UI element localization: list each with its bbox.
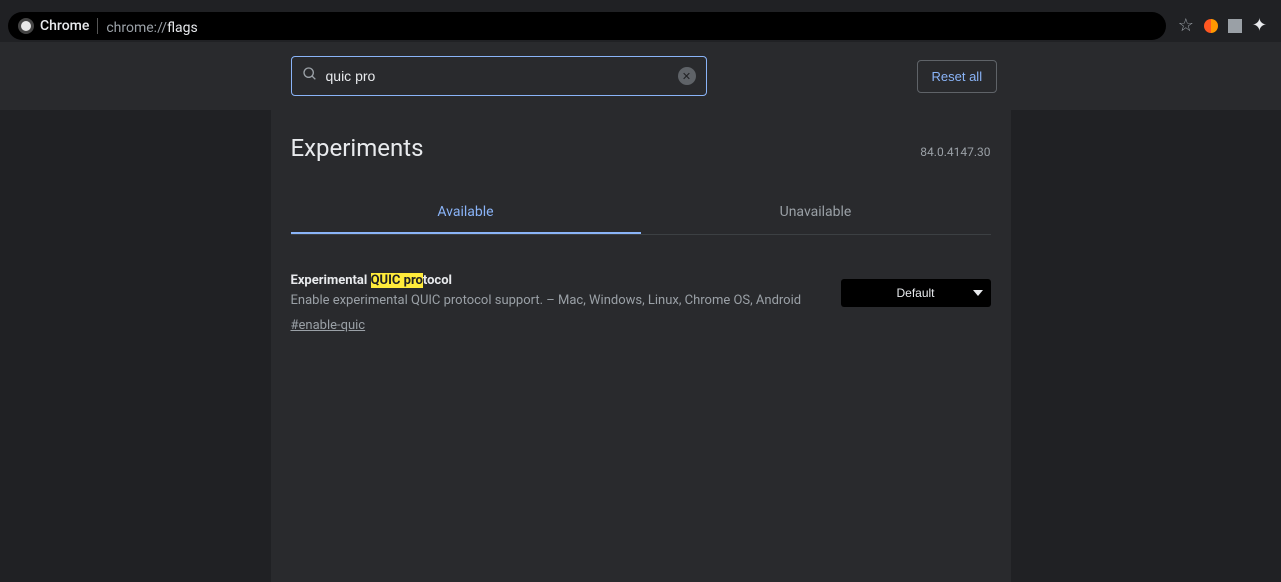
omnibox-url-prefix: chrome://: [106, 20, 167, 36]
omnibox-app-label: Chrome: [40, 18, 89, 34]
omnibox[interactable]: Chrome chrome://flags: [8, 12, 1166, 40]
flags-header-band: ✕ Reset all: [0, 42, 1281, 110]
flags-search-box[interactable]: ✕: [291, 56, 707, 96]
search-icon: [302, 66, 318, 86]
flag-state-select[interactable]: Default: [841, 279, 991, 307]
reset-all-button[interactable]: Reset all: [917, 60, 998, 93]
extension-icon-square[interactable]: [1228, 19, 1242, 33]
extension-icon-spark[interactable]: [1204, 19, 1218, 33]
tabs: Available Unavailable: [291, 192, 991, 235]
browser-toolbar: Chrome chrome://flags ☆ ✦: [0, 10, 1281, 42]
bookmark-star-icon[interactable]: ☆: [1178, 17, 1194, 35]
extensions-menu-icon[interactable]: ✦: [1252, 17, 1267, 35]
omnibox-url-path: flags: [167, 20, 198, 36]
flags-search-input[interactable]: [326, 68, 670, 84]
flag-row: Experimental QUIC protocol Enable experi…: [291, 235, 991, 343]
gutter-left: [0, 110, 271, 582]
chrome-version: 84.0.4147.30: [920, 145, 990, 159]
flag-description: Enable experimental QUIC protocol suppor…: [291, 292, 811, 310]
tab-available[interactable]: Available: [291, 192, 641, 234]
flag-title-post: tocol: [423, 273, 452, 288]
flag-title: Experimental QUIC protocol: [291, 273, 811, 288]
flag-anchor-link[interactable]: #enable-quic: [291, 318, 366, 333]
clear-search-icon[interactable]: ✕: [678, 67, 696, 85]
tab-unavailable[interactable]: Unavailable: [641, 192, 991, 234]
flags-content: Experiments 84.0.4147.30 Available Unava…: [271, 110, 1011, 582]
chrome-icon: [18, 18, 34, 34]
flag-title-highlight: QUIC pro: [371, 273, 423, 288]
toolbar-actions: ☆ ✦: [1172, 17, 1273, 35]
tab-strip: [0, 0, 1281, 10]
page-title: Experiments: [291, 134, 424, 162]
gutter-right: [1011, 110, 1281, 582]
omnibox-separator: [97, 18, 98, 34]
flag-title-pre: Experimental: [291, 273, 371, 288]
